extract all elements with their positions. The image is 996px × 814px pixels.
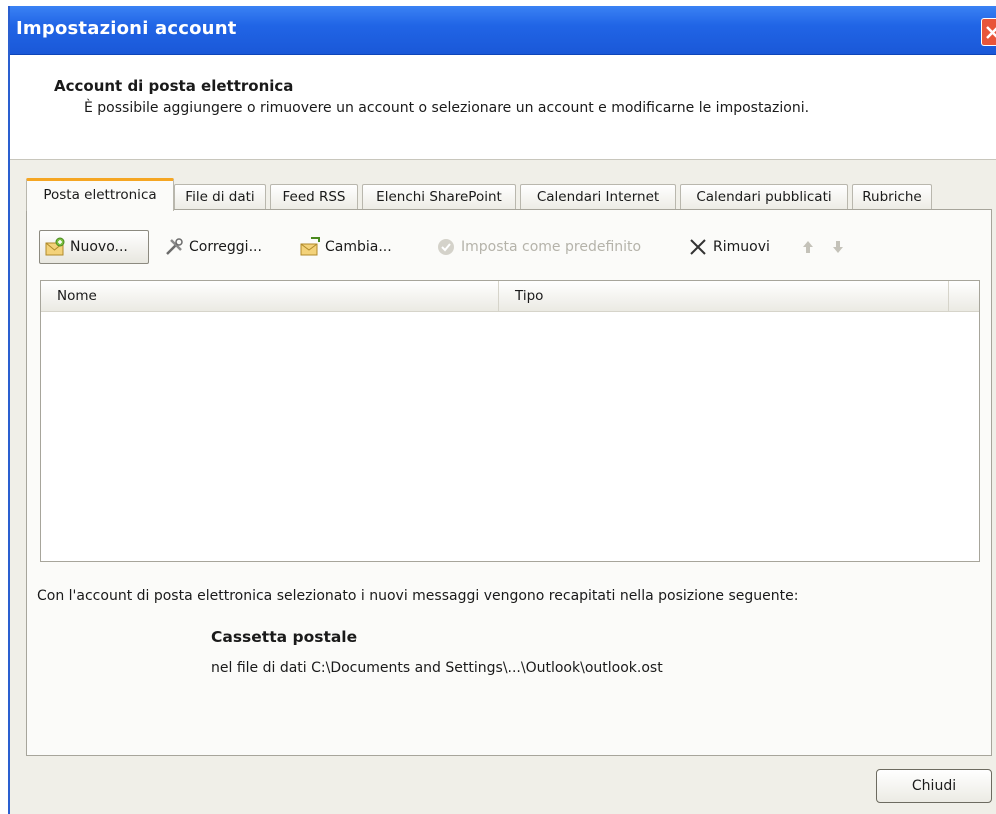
delivery-info: Con l'account di posta elettronica selez… bbox=[37, 588, 799, 604]
page-title: Account di posta elettronica bbox=[54, 77, 294, 95]
window-title: Impostazioni account bbox=[16, 18, 237, 39]
repair-button[interactable]: Correggi... bbox=[163, 230, 262, 264]
remove-x-icon bbox=[687, 236, 709, 258]
title-bar: Impostazioni account bbox=[10, 6, 996, 55]
arrow-down-icon bbox=[827, 236, 849, 258]
repair-label: Correggi... bbox=[189, 239, 262, 255]
new-mail-icon bbox=[44, 236, 66, 258]
mailbox-path: nel file di dati C:\Documents and Settin… bbox=[211, 660, 663, 676]
account-settings-dialog: Impostazioni account Account di posta el… bbox=[8, 6, 996, 814]
set-default-label: Imposta come predefinito bbox=[461, 239, 642, 255]
tab-pane-posta-elettronica: Nuovo... Correggi... Cambia... Imposta c… bbox=[26, 209, 992, 756]
close-icon[interactable] bbox=[981, 18, 996, 46]
account-list[interactable]: Nome Tipo bbox=[40, 280, 980, 562]
close-button[interactable]: Chiudi bbox=[876, 769, 992, 803]
new-account-button[interactable]: Nuovo... bbox=[39, 230, 149, 264]
change-account-icon bbox=[299, 236, 321, 258]
header-panel: Account di posta elettronica È possibile… bbox=[10, 55, 996, 160]
check-circle-icon bbox=[435, 236, 457, 258]
tab-posta-elettronica[interactable]: Posta elettronica bbox=[26, 178, 174, 211]
change-button[interactable]: Cambia... bbox=[299, 230, 392, 264]
change-label: Cambia... bbox=[325, 239, 392, 255]
column-header-nome[interactable]: Nome bbox=[41, 281, 499, 311]
mailbox-name: Cassetta postale bbox=[211, 628, 358, 646]
tools-icon bbox=[163, 236, 185, 258]
remove-button[interactable]: Rimuovi bbox=[687, 230, 770, 264]
new-account-label: Nuovo... bbox=[70, 239, 128, 255]
account-toolbar: Nuovo... Correggi... Cambia... Imposta c… bbox=[39, 230, 939, 266]
move-up-button[interactable] bbox=[797, 230, 823, 264]
tab-rubriche[interactable]: Rubriche bbox=[852, 184, 932, 210]
tab-calendari-pubblicati[interactable]: Calendari pubblicati bbox=[680, 184, 848, 210]
page-description: È possibile aggiungere o rimuovere un ac… bbox=[84, 100, 810, 116]
arrow-up-icon bbox=[797, 236, 819, 258]
tab-file-di-dati[interactable]: File di dati bbox=[174, 184, 266, 210]
tab-calendari-internet[interactable]: Calendari Internet bbox=[520, 184, 676, 210]
set-default-button[interactable]: Imposta come predefinito bbox=[435, 230, 641, 264]
remove-label: Rimuovi bbox=[713, 239, 770, 255]
move-down-button[interactable] bbox=[827, 230, 853, 264]
list-header: Nome Tipo bbox=[41, 281, 979, 312]
column-header-tipo[interactable]: Tipo bbox=[499, 281, 949, 311]
tab-elenchi-sharepoint[interactable]: Elenchi SharePoint bbox=[362, 184, 516, 210]
tab-feed-rss[interactable]: Feed RSS bbox=[270, 184, 358, 210]
